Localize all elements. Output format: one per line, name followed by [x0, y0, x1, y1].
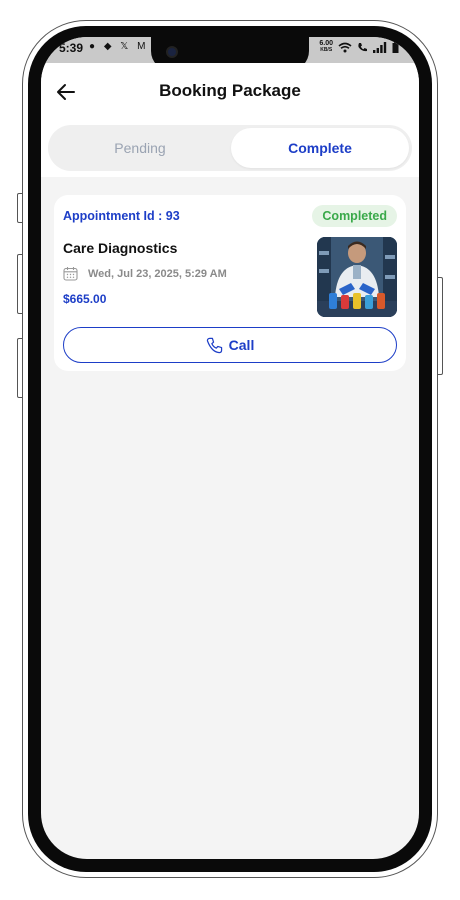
call-status-icon [358, 42, 367, 51]
front-camera [166, 46, 178, 58]
net-speed: 6.00 KB/S [319, 40, 333, 53]
appointment-id: Appointment Id : 93 [63, 209, 180, 223]
appointment-datetime: Wed, Jul 23, 2025, 5:29 AM [88, 267, 227, 280]
calendar-icon [63, 267, 78, 281]
phone-icon [206, 337, 222, 353]
status-right: 6.00 KB/S [319, 40, 399, 54]
tab-complete[interactable]: Complete [231, 128, 409, 168]
booking-card[interactable]: Appointment Id : 93 Completed Care Diagn… [54, 195, 406, 371]
volume-down-button [17, 338, 23, 398]
screen: 5:39 ● ◆ 𝕏 M M 6.00 KB/S Booking Package… [41, 37, 419, 859]
lab-scientist-photo [317, 237, 397, 317]
wifi-icon [338, 42, 352, 52]
status-badge: Completed [312, 205, 397, 227]
call-button-label: Call [228, 337, 255, 353]
price: $665.00 [63, 292, 107, 306]
provider-name: Care Diagnostics [63, 240, 178, 256]
power-button [437, 277, 443, 375]
tab-bar: Pending Complete [48, 125, 412, 171]
page-title: Booking Package [159, 81, 301, 100]
status-time: 5:39 [59, 41, 84, 55]
tab-pending[interactable]: Pending [51, 128, 229, 168]
app-header: Booking Package [41, 63, 419, 125]
volume-up-button [17, 254, 23, 314]
battery-icon [392, 41, 399, 53]
tabs-container: Pending Complete [41, 125, 419, 177]
side-button [17, 193, 23, 223]
date-row: Wed, Jul 23, 2025, 5:29 AM [63, 266, 227, 281]
call-button[interactable]: Call [63, 327, 397, 363]
signal-icon [373, 41, 387, 53]
